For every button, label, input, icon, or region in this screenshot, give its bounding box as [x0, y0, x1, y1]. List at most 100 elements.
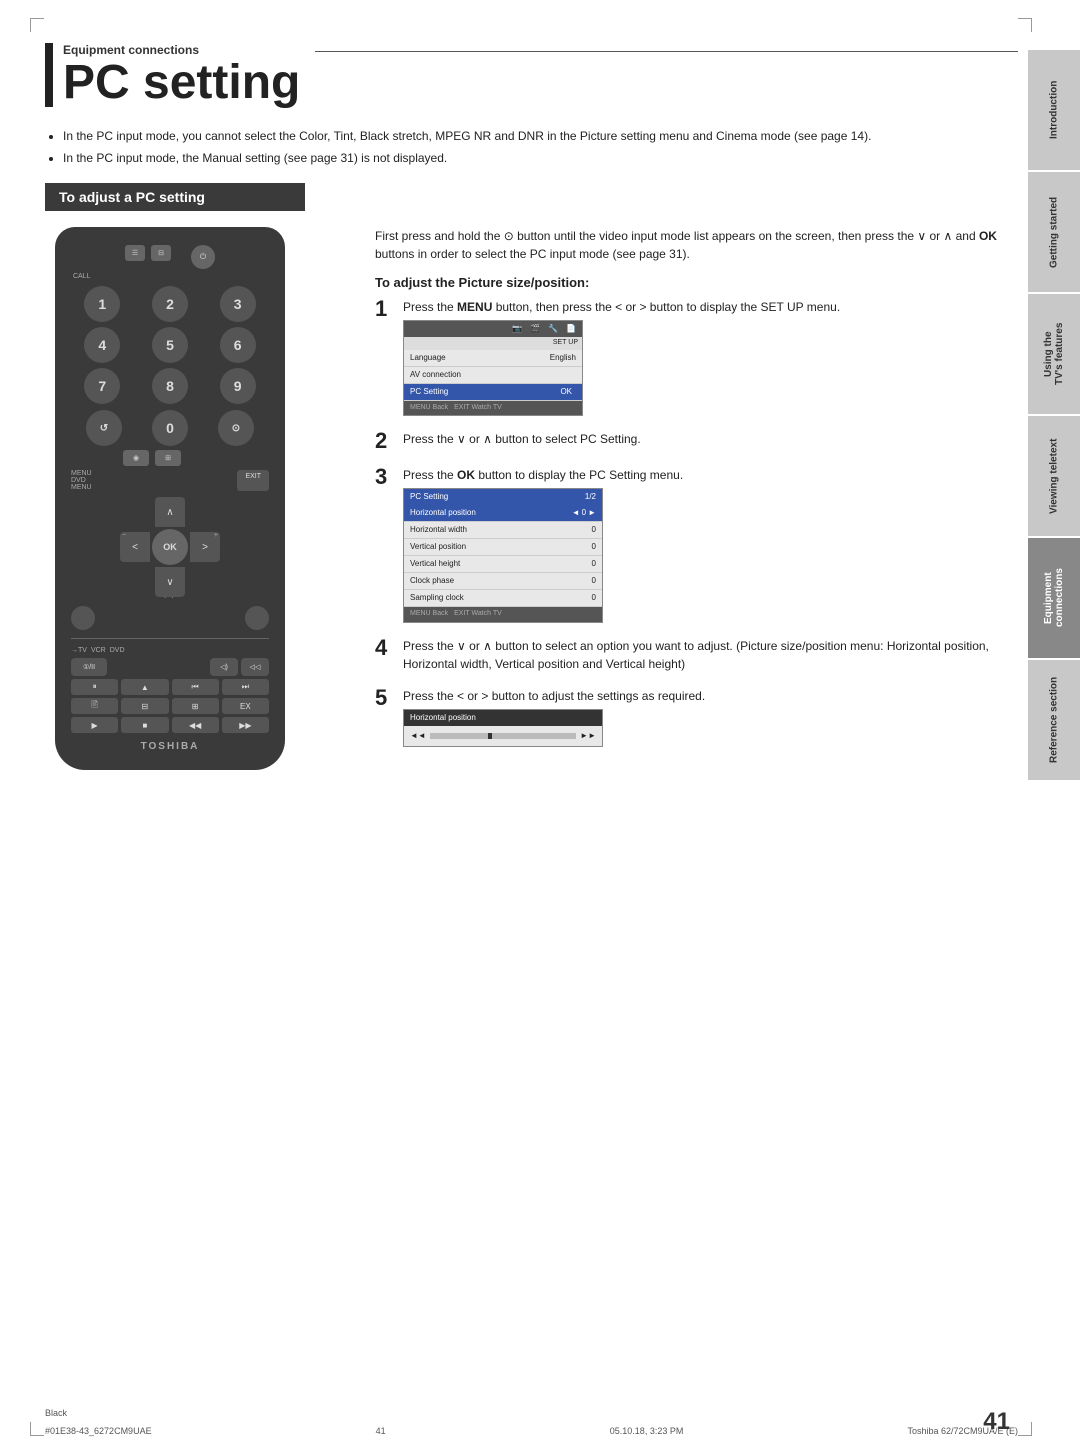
- step-content-3: Press the OK button to display the PC Se…: [403, 466, 1018, 623]
- remote-btn-1[interactable]: 1: [84, 286, 120, 322]
- remote-icon-btn2[interactable]: ⊟: [121, 698, 168, 714]
- remote-icon-btn3[interactable]: ⊞: [172, 698, 219, 714]
- bullet-list: In the PC input mode, you cannot select …: [45, 127, 1018, 167]
- step-5: 5 Press the < or > button to adjust the …: [375, 687, 1018, 747]
- page-footer: #01E38-43_6272CM9UAE 41 05.10.18, 3:23 P…: [45, 1426, 1018, 1436]
- remote-play-btn[interactable]: ▶: [71, 717, 118, 733]
- remote-source-labels: →TV VCR DVD: [71, 647, 269, 654]
- remote-next-btn[interactable]: ⏭: [222, 679, 269, 695]
- step-content-5: Press the < or > button to adjust the se…: [403, 687, 1018, 747]
- remote-btn-0[interactable]: 0: [152, 410, 188, 446]
- remote-nav-up[interactable]: ∧: [155, 497, 185, 527]
- remote-nav-down[interactable]: ∨: [155, 567, 185, 597]
- screen1-row-pc: PC Setting OK: [404, 384, 582, 401]
- step-number-5: 5: [375, 687, 393, 709]
- screen2-row-clock-phase: Clock phase 0: [404, 573, 602, 590]
- remote-nav-cross: ∧ < OK > ∨ − +: [120, 497, 220, 597]
- step-3: 3 Press the OK button to display the PC …: [375, 466, 1018, 623]
- remote-btn-4[interactable]: 4: [84, 327, 120, 363]
- remote-ok-btn[interactable]: OK: [152, 529, 188, 565]
- remote-icon-btn4[interactable]: EX: [222, 698, 269, 714]
- step-content-1: Press the MENU button, then press the < …: [403, 298, 1018, 416]
- remote-btn-7[interactable]: 7: [84, 368, 120, 404]
- sidebar-tab-teletext[interactable]: Viewing teletext: [1028, 416, 1080, 536]
- screen5-fill: [488, 733, 492, 739]
- step-2: 2 Press the ∨ or ∧ button to select PC S…: [375, 430, 1018, 452]
- sidebar-tab-reference[interactable]: Reference section: [1028, 660, 1080, 780]
- screen2-row-sampling: Sampling clock 0: [404, 590, 602, 607]
- screen5-bar-row: ◄◄ ►►: [404, 726, 602, 746]
- remote-btn-6[interactable]: 6: [220, 327, 256, 363]
- corner-decoration: [1018, 18, 1032, 32]
- remote-btn-5[interactable]: 5: [152, 327, 188, 363]
- screen2-footer: MENU Back EXIT Watch TV: [404, 607, 602, 622]
- step-number-3: 3: [375, 466, 393, 488]
- sidebar-tab-equipment[interactable]: Equipmentconnections: [1028, 538, 1080, 658]
- remote-icon-1[interactable]: ☰: [125, 245, 145, 261]
- remote-stop-btn[interactable]: ■: [121, 717, 168, 733]
- step-number-4: 4: [375, 637, 393, 659]
- remote-dvd-label: DVD: [110, 647, 125, 654]
- section-label: Equipment connections: [63, 43, 1018, 57]
- page-number-large: 41: [983, 1408, 1010, 1436]
- corner-decoration: [30, 1422, 44, 1436]
- remote-icon-mid1[interactable]: ◉: [123, 450, 149, 466]
- screen1-header: 📷 🎬 🔧 📄: [404, 321, 582, 337]
- remote-btn-2[interactable]: 2: [152, 286, 188, 322]
- remote-av-btn[interactable]: ①/II: [71, 658, 107, 676]
- remote-sound-btn2[interactable]: ◁◁: [241, 658, 269, 676]
- screen1-icon1: 📷: [512, 323, 522, 335]
- screen1-row-av: AV connection: [404, 367, 582, 384]
- screen2-arrows-hpos: ◄ 0 ►: [572, 507, 596, 519]
- remote-prev-btn[interactable]: ⏮: [172, 679, 219, 695]
- remote-middle-icons: ◉ ⊞: [71, 450, 269, 466]
- remote-tv-label: →TV: [71, 647, 87, 654]
- footer-color: Black: [45, 1408, 67, 1418]
- step-4: 4 Press the ∨ or ∧ button to select an o…: [375, 637, 1018, 673]
- screen2-row-vheight: Vertical height 0: [404, 556, 602, 573]
- remote-av-row: ①/II ◁) ◁◁: [71, 658, 269, 676]
- sidebar-tab-getting-started[interactable]: Getting started: [1028, 172, 1080, 292]
- remote-side-right-btn[interactable]: [245, 606, 269, 630]
- sidebar-tab-tv-features[interactable]: Using theTV's features: [1028, 294, 1080, 414]
- remote-brand-logo: TOSHIBA: [71, 741, 269, 752]
- screen1-setup-label: SET UP: [404, 337, 582, 350]
- remote-ff-btn[interactable]: ▶▶: [222, 717, 269, 733]
- remote-eject-btn[interactable]: ▲: [121, 679, 168, 695]
- remote-icon-btn1[interactable]: 🖹: [71, 698, 118, 714]
- main-content: Equipment connections PC setting In the …: [45, 35, 1018, 1419]
- title-bar-decoration: [45, 43, 53, 107]
- remote-special-row: ↺ 0 ⊙: [71, 410, 269, 446]
- remote-btn-3[interactable]: 3: [220, 286, 256, 322]
- remote-pause-btn[interactable]: ⏸: [71, 679, 118, 695]
- screen2-header: PC Setting 1/2: [404, 489, 602, 505]
- footer-page-num: 41: [376, 1426, 386, 1436]
- remote-rotate-btn[interactable]: ↺: [86, 410, 122, 446]
- remote-sound-btns: ◁) ◁◁: [210, 658, 269, 676]
- sidebar-tab-introduction[interactable]: Introduction: [1028, 50, 1080, 170]
- remote-icon-2[interactable]: ⊟: [151, 245, 171, 261]
- corner-decoration: [1018, 1422, 1032, 1436]
- screen-mock-2: PC Setting 1/2 Horizontal position ◄ 0 ►: [403, 488, 603, 623]
- remote-rew-btn[interactable]: ◀◀: [172, 717, 219, 733]
- remote-exit-btn[interactable]: EXIT: [237, 470, 269, 491]
- screen2-row-vpos: Vertical position 0: [404, 539, 602, 556]
- remote-menu-row: MENU DVD MENU EXIT: [71, 470, 269, 491]
- remote-play-row: ▶ ■ ◀◀ ▶▶: [71, 717, 269, 733]
- remote-vcr-label: VCR: [91, 647, 106, 654]
- sidebar: Introduction Getting started Using theTV…: [1028, 50, 1080, 780]
- step-number-2: 2: [375, 430, 393, 452]
- remote-side-left-btn[interactable]: [71, 606, 95, 630]
- remote-spacer: [203, 450, 217, 466]
- remote-power-btn[interactable]: ⏻: [191, 245, 215, 269]
- remote-bottom-section: →TV VCR DVD ①/II ◁) ◁◁ ⏸: [71, 638, 269, 733]
- remote-source-btn[interactable]: ⊙: [218, 410, 254, 446]
- remote-icon-mid2[interactable]: ⊞: [155, 450, 181, 466]
- left-column: ☰ ⊟ ⏻ CALL 1 2 3 4 5 6 7 8 9: [45, 227, 355, 770]
- step-1: 1 Press the MENU button, then press the …: [375, 298, 1018, 416]
- remote-btn-8[interactable]: 8: [152, 368, 188, 404]
- step-number-1: 1: [375, 298, 393, 320]
- remote-sound-btn1[interactable]: ◁): [210, 658, 238, 676]
- remote-btn-9[interactable]: 9: [220, 368, 256, 404]
- bullet-item-1: In the PC input mode, you cannot select …: [63, 127, 1018, 145]
